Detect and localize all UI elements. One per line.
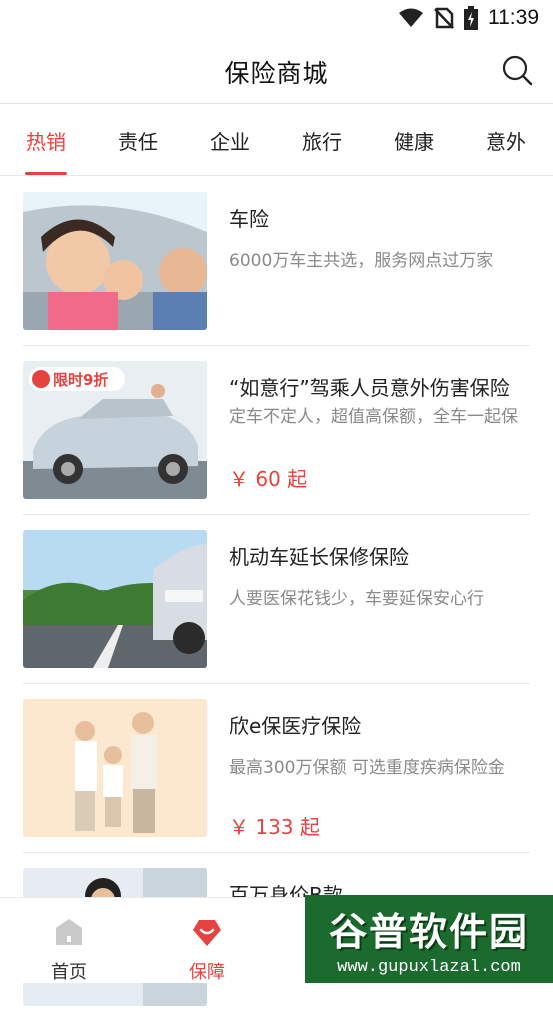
tab-liability[interactable]: 责任 <box>108 126 168 155</box>
nav-home-label: 首页 <box>51 962 87 983</box>
watermark: 谷普软件园 www.gupuxlazal.com <box>305 895 553 983</box>
product-item[interactable]: 限时9折 “如意行”驾乘人员意外伤害保险 定车不定人，超值高保额，全车一起保 ￥… <box>0 345 553 515</box>
tab-enterprise[interactable]: 企业 <box>200 126 260 155</box>
product-item[interactable]: 车险 6000万车主共选，服务网点过万家 <box>0 176 553 346</box>
nav-home[interactable]: 首页 <box>0 898 138 984</box>
watermark-url: www.gupuxlazal.com <box>337 958 521 977</box>
status-bar: 11:39 <box>0 0 553 36</box>
product-price: ￥ 60 起 <box>229 467 308 491</box>
product-image <box>23 530 207 668</box>
shield-icon <box>193 920 221 946</box>
product-title: 欣e保医疗保险 <box>229 714 362 738</box>
app-header: 保险商城 <box>0 36 553 104</box>
product-image <box>23 192 207 330</box>
wifi-icon <box>399 8 423 27</box>
product-item[interactable]: 欣e保医疗保险 最高300万保额 可选重度疾病保险金 ￥ 133 起 <box>0 683 553 853</box>
tab-hot[interactable]: 热销 <box>16 126 76 155</box>
product-desc: 定车不定人，超值高保额，全车一起保 <box>229 407 518 427</box>
product-desc: 6000万车主共选，服务网点过万家 <box>229 251 494 271</box>
product-title: 车险 <box>229 207 269 231</box>
product-price: ￥ 133 起 <box>229 815 320 839</box>
battery-charging-icon <box>464 6 478 30</box>
product-image <box>23 699 207 837</box>
product-image: 限时9折 <box>23 361 207 499</box>
home-icon <box>56 919 82 945</box>
category-tabs: 热销 责任 企业 旅行 健康 意外 <box>0 104 553 176</box>
watermark-title: 谷普软件园 <box>328 910 529 954</box>
product-desc: 人要医保花钱少，车要延保安心行 <box>229 589 484 609</box>
product-desc: 最高300万保额 可选重度疾病保险金 <box>229 758 505 778</box>
search-icon[interactable] <box>501 54 533 86</box>
page-title: 保险商城 <box>224 59 329 88</box>
no-sim-icon <box>434 7 454 29</box>
product-title: 机动车延长保修保险 <box>229 545 409 569</box>
tab-health[interactable]: 健康 <box>384 126 444 155</box>
nav-protection-label: 保障 <box>189 962 225 983</box>
status-time: 11:39 <box>488 6 539 29</box>
tab-travel[interactable]: 旅行 <box>292 126 352 155</box>
product-title: “如意行”驾乘人员意外伤害保险 <box>229 376 510 400</box>
active-tab-indicator <box>25 172 67 175</box>
nav-protection[interactable]: 保障 <box>138 898 276 984</box>
discount-badge: 限时9折 <box>53 371 108 389</box>
product-item[interactable]: 机动车延长保修保险 人要医保花钱少，车要延保安心行 <box>0 514 553 684</box>
tab-accident[interactable]: 意外 <box>476 126 536 155</box>
